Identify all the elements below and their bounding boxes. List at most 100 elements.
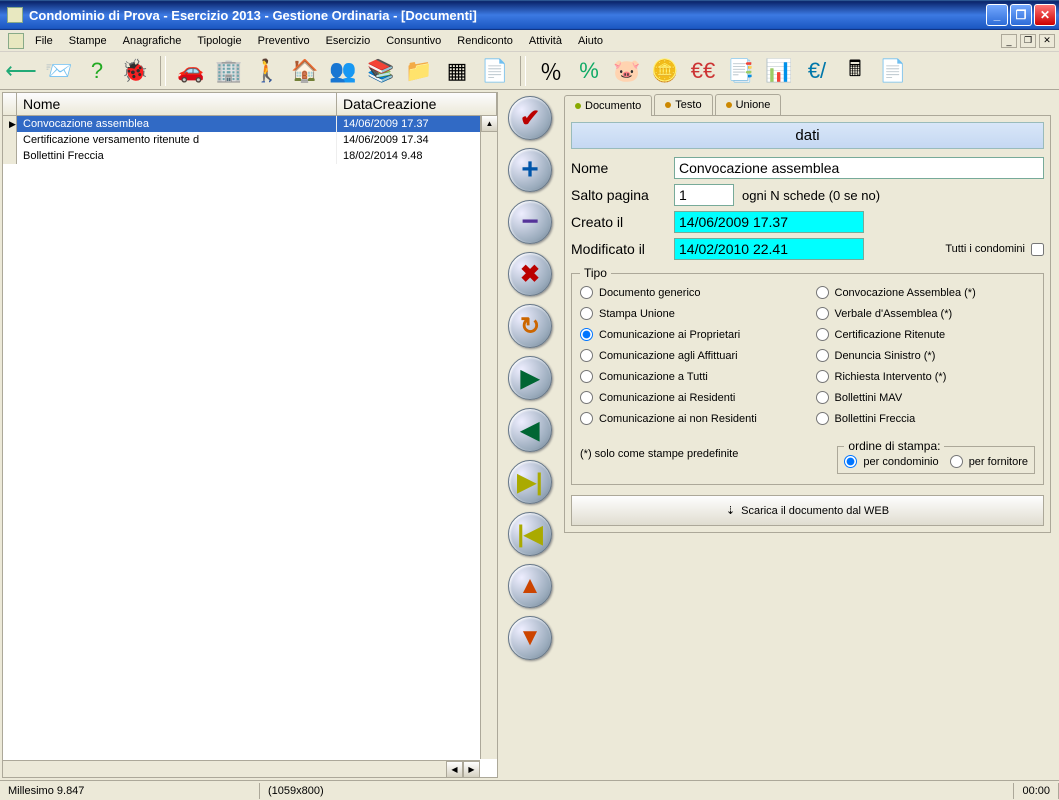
tipo-radio[interactable]: Denuncia Sinistro (*) [816,349,1036,362]
menu-tipologie[interactable]: Tipologie [189,32,249,50]
main-toolbar: ⟵ 📨 ? 🐞 🚗 🏢 🚶 🏠 👥 📚 📁 ▦ 📄 ％ % 🐷 🪙 €€ 📑 📊… [0,52,1059,90]
salto-pagina-field[interactable] [674,184,734,206]
close-button[interactable]: ✕ [1034,4,1056,26]
tutti-checkbox-input[interactable] [1031,243,1044,256]
percent-icon[interactable]: % [574,56,604,86]
tipo-radio[interactable]: Bollettini MAV [816,391,1036,404]
table-row[interactable]: Certificazione versamento ritenute d14/0… [3,132,497,148]
horizontal-scrollbar[interactable]: ◀ ▶ [3,760,480,777]
add-button[interactable]: + [508,148,552,192]
document-icon[interactable]: 📄 [480,56,510,86]
house-icon[interactable]: 🏠 [290,56,320,86]
scroll-right-icon[interactable]: ▶ [463,761,480,778]
person-icon[interactable]: 🚶 [252,56,282,86]
copy-icon[interactable]: 📑 [726,56,756,86]
documents-table[interactable]: Nome DataCreazione Convocazione assemble… [2,92,498,778]
building-icon[interactable]: 🏢 [214,56,244,86]
mdi-minimize-button[interactable]: _ [1001,34,1017,48]
menu-esercizio[interactable]: Esercizio [318,32,379,50]
tipo-radio[interactable]: Verbale d'Assemblea (*) [816,307,1036,320]
remove-button[interactable]: − [508,200,552,244]
menu-rendiconto[interactable]: Rendiconto [449,32,521,50]
scroll-left-icon[interactable]: ◀ [446,761,463,778]
tipo-radio[interactable]: Stampa Unione [580,307,800,320]
status-bar: Millesimo 9.847 (1059x800) 00:00 [0,780,1059,800]
table-row[interactable]: Convocazione assemblea14/06/2009 17.37 [3,116,497,132]
up-button[interactable]: ▲ [508,564,552,608]
modificato-field[interactable] [674,238,864,260]
menu-stampe[interactable]: Stampe [61,32,115,50]
download-icon: ⇣ [726,504,735,517]
confirm-button[interactable]: ✔ [508,96,552,140]
dot-icon [726,102,732,108]
menu-attivita[interactable]: Attività [521,32,570,50]
tipo-radio[interactable]: Comunicazione ai Residenti [580,391,800,404]
mdi-close-button[interactable]: ✕ [1039,34,1055,48]
cell-data: 14/06/2009 17.37 [337,116,497,132]
nome-field[interactable] [674,157,1044,179]
next-button[interactable]: ▶ [508,356,552,400]
col-nome[interactable]: Nome [17,93,337,115]
menu-consuntivo[interactable]: Consuntivo [378,32,449,50]
tutti-condomini-checkbox[interactable]: Tutti i condomini [945,243,1044,256]
help-icon[interactable]: ? [82,56,112,86]
tab-label: Unione [736,99,771,111]
creato-label: Creato il [571,214,666,230]
menu-file[interactable]: File [27,32,61,50]
checkbox-label: Tutti i condomini [945,243,1025,255]
refresh-button[interactable]: ↻ [508,304,552,348]
menu-aiuto[interactable]: Aiuto [570,32,611,50]
menu-anagrafiche[interactable]: Anagrafiche [115,32,190,50]
ordine-condominio-radio[interactable]: per condominio [844,455,938,468]
record-nav-toolbar: ✔ + − ✖ ↻ ▶ ◀ ▶| |◀ ▲ ▼ [500,90,560,780]
ordine-legend: ordine di stampa: [844,439,944,453]
car-icon[interactable]: 🚗 [176,56,206,86]
euro-percent-icon[interactable]: €/ [802,56,832,86]
tipo-radio[interactable]: Documento generico [580,286,800,299]
euro-icon[interactable]: €€ [688,56,718,86]
piggy-icon[interactable]: 🐷 [612,56,642,86]
tipo-radio[interactable]: Certificazione Ritenute [816,328,1036,341]
col-datacreazione[interactable]: DataCreazione [337,93,497,115]
percent-doc-icon[interactable]: ％ [536,56,566,86]
coins-icon[interactable]: 🪙 [650,56,680,86]
bug-icon[interactable]: 🐞 [120,56,150,86]
sheets-icon[interactable]: 📊 [764,56,794,86]
calculator-icon[interactable]: 🖩 [840,56,870,86]
vertical-scrollbar[interactable]: ▲ [480,115,497,759]
tab-testo[interactable]: Testo [654,94,712,115]
predef-note: (*) solo come stampe predefinite [580,448,837,460]
ordine-fornitore-radio[interactable]: per fornitore [950,455,1028,468]
mdi-restore-button[interactable]: ❐ [1020,34,1036,48]
menu-preventivo[interactable]: Preventivo [250,32,318,50]
ordine-stampa-box: ordine di stampa: per condominio per for… [837,439,1035,474]
delete-button[interactable]: ✖ [508,252,552,296]
tab-documento[interactable]: Documento [564,95,652,116]
tipo-radio[interactable]: Convocazione Assemblea (*) [816,286,1036,299]
first-button[interactable]: |◀ [508,512,552,556]
grid-icon[interactable]: ▦ [442,56,472,86]
tipo-radio[interactable]: Bollettini Freccia [816,412,1036,425]
people-icon[interactable]: 👥 [328,56,358,86]
download-web-button[interactable]: ⇣ Scarica il documento dal WEB [571,495,1044,526]
down-button[interactable]: ▼ [508,616,552,660]
tipo-radio[interactable]: Comunicazione ai non Residenti [580,412,800,425]
prev-button[interactable]: ◀ [508,408,552,452]
table-row[interactable]: Bollettini Freccia18/02/2014 9.48 [3,148,497,164]
globe-mail-icon[interactable]: 📨 [44,56,74,86]
tipo-radio[interactable]: Comunicazione a Tutti [580,370,800,383]
plus-doc-icon[interactable]: 📄 [878,56,908,86]
creato-field[interactable] [674,211,864,233]
button-label: Scarica il documento dal WEB [741,505,889,517]
minimize-button[interactable]: _ [986,4,1008,26]
tipo-radio[interactable]: Richiesta Intervento (*) [816,370,1036,383]
tipo-radio[interactable]: Comunicazione ai Proprietari [580,328,800,341]
back-icon[interactable]: ⟵ [6,56,36,86]
scroll-up-icon[interactable]: ▲ [481,115,498,132]
tipo-radio[interactable]: Comunicazione agli Affittuari [580,349,800,362]
maximize-button[interactable]: ❐ [1010,4,1032,26]
tab-unione[interactable]: Unione [715,94,782,115]
last-button[interactable]: ▶| [508,460,552,504]
books-icon[interactable]: 📚 [366,56,396,86]
folder-icon[interactable]: 📁 [404,56,434,86]
